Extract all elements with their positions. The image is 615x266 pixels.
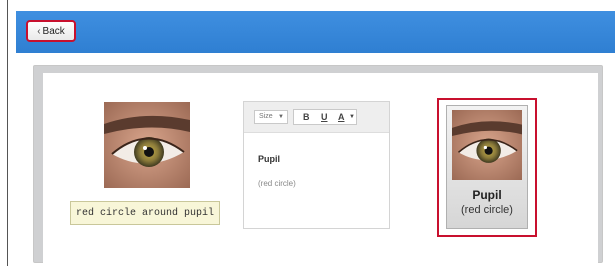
font-size-select[interactable]: Size ▼: [254, 110, 288, 124]
card-eye-image: [452, 110, 522, 180]
card-title: Pupil: [472, 188, 502, 202]
caret-down-icon: ▼: [349, 114, 355, 120]
editor-toolbar: Size ▼ B U A ▼: [244, 102, 389, 133]
editor-title: Pupil: [258, 154, 280, 164]
card-subtitle: (red circle): [461, 204, 513, 216]
bold-button[interactable]: B: [303, 110, 310, 124]
back-button-label: Back: [42, 25, 65, 37]
back-button[interactable]: ‹ Back: [26, 20, 76, 42]
header-bar: [16, 11, 615, 53]
rich-text-editor[interactable]: Size ▼ B U A ▼ Pupil (red circle): [243, 101, 390, 229]
eye-image: [104, 102, 190, 188]
editor-subtitle: (red circle): [258, 179, 296, 188]
format-button-group: B U A ▼: [293, 109, 357, 125]
text-color-button[interactable]: A: [338, 110, 345, 124]
underline-button[interactable]: U: [321, 110, 328, 124]
font-size-label: Size: [259, 113, 273, 120]
chevron-left-icon: ‹: [37, 25, 41, 37]
left-divider: [7, 0, 8, 266]
caption-text: red circle around pupil: [70, 201, 220, 225]
caret-down-icon: ▼: [278, 114, 284, 120]
